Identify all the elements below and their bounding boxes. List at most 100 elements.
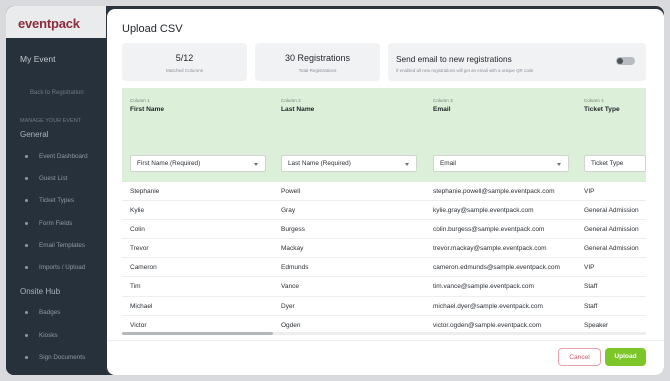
table-cell: Colin	[130, 226, 145, 234]
column-name: Last Name	[281, 106, 315, 113]
matched-columns-label: Matched Columns	[165, 68, 204, 73]
back-link[interactable]: Back to Registration	[6, 64, 106, 96]
table-cell: Vance	[281, 283, 299, 291]
table-row: Michael Dyer michael.dyer@sample.eventpack…	[122, 297, 646, 316]
column-number: Column 2	[281, 98, 301, 103]
table-cell: Mackay	[281, 245, 304, 253]
table-cell: Stephanie	[130, 188, 160, 195]
email-toggle-card: Send email to new registrations If enabl…	[388, 43, 646, 81]
table-cell: General Admission	[584, 207, 639, 215]
sidebar-nav-item[interactable]: Badges	[6, 302, 106, 324]
matched-columns-value: 5/12	[175, 53, 194, 63]
table-cell: VIP	[584, 188, 595, 195]
table-cell: Edmunds	[281, 264, 309, 272]
table-row: Trevor Mackay trevor.mackay@sample.eventpa…	[122, 239, 646, 259]
select-value: First Name (Required)	[137, 160, 201, 167]
column-mapping-select[interactable]: First Name (Required)	[130, 155, 266, 172]
toggle-knob	[617, 58, 623, 64]
sidebar-nav-label: Imports / Upload	[39, 264, 86, 272]
event-title: My Event	[20, 54, 56, 64]
total-registrations-card: 30 Registrations Total Registrations	[255, 43, 380, 81]
table-cell: Burgess	[281, 226, 305, 234]
column-mapping-select[interactable]: Last Name (Required)	[281, 155, 417, 172]
select-value: Email	[440, 160, 456, 167]
email-toggle-title: Send email to new registrations	[396, 54, 512, 64]
sidebar-nav-item[interactable]: Form Fields	[6, 212, 106, 234]
footer-divider	[107, 340, 664, 341]
manage-section-label: MANAGE YOUR EVENT	[20, 118, 82, 124]
sidebar-nav-item[interactable]: Event Dashboard	[6, 145, 106, 167]
sidebar-nav-item[interactable]: Guest List	[6, 167, 106, 189]
bullet-icon	[25, 356, 28, 360]
table-cell: Staff	[584, 302, 598, 310]
sidebar-nav-label: Ticket Types	[39, 197, 74, 205]
sidebar-nav-item[interactable]: Imports / Upload	[6, 256, 106, 278]
column-mapping-header: Column 1 First Name First Name (Required) C…	[122, 88, 646, 182]
bullet-icon	[25, 266, 28, 270]
bullet-icon	[25, 333, 28, 337]
table-cell: michael.dyer@sample.eventpack.com	[433, 302, 543, 310]
chevron-down-icon	[557, 163, 561, 166]
sidebar-nav-label: Form Fields	[39, 219, 73, 227]
table-cell: Michael	[130, 302, 153, 310]
scrollbar-thumb[interactable]	[122, 332, 273, 335]
column-name: Email	[433, 106, 451, 113]
bullet-icon	[25, 154, 28, 158]
table-cell: Speaker	[584, 321, 609, 329]
table-cell: Staff	[584, 283, 598, 291]
matched-columns-card: 5/12 Matched Columns	[122, 43, 247, 81]
general-nav: Event Dashboard Guest List Ticket Types For…	[6, 145, 106, 279]
table-cell: VIP	[584, 264, 595, 272]
send-email-toggle[interactable]	[616, 57, 635, 65]
bullet-icon	[25, 311, 28, 315]
select-value: Ticket Type	[591, 160, 624, 167]
table-cell: Ogden	[281, 321, 301, 329]
upload-csv-modal: Upload CSV 5/12 Matched Columns 30 Regis…	[107, 9, 664, 375]
table-cell: stephanie.powell@sample.eventpack.com	[433, 188, 555, 195]
table-cell: cameron.edmunds@sample.eventpack.com	[433, 264, 560, 272]
bullet-icon	[25, 199, 28, 203]
table-row: Kylie Gray kylie.gray@sample.eventpack.com…	[122, 201, 646, 221]
cancel-button[interactable]: Cancel	[558, 348, 601, 366]
table-row: Tim Vance tim.vance@sample.eventpack.com St…	[122, 277, 646, 297]
column-mapping-select[interactable]: Email	[433, 155, 569, 172]
table-cell: Trevor	[130, 245, 149, 253]
table-cell: colin.burgess@sample.eventpack.com	[433, 226, 545, 234]
column-number: Column 4	[584, 98, 604, 103]
total-registrations-value: 30 Registrations	[284, 53, 351, 63]
select-value: Last Name (Required)	[288, 160, 351, 167]
horizontal-scrollbar[interactable]	[122, 332, 646, 335]
table-row: Cameron Edmunds cameron.edmunds@sample.eve…	[122, 258, 646, 278]
table-cell: Cameron	[130, 264, 157, 272]
table-cell: Tim	[130, 283, 141, 291]
logo-bar: eventpack	[6, 6, 106, 38]
chevron-down-icon	[254, 163, 258, 166]
sidebar-nav-item[interactable]: Ticket Types	[6, 190, 106, 212]
onsite-section-label: Onsite Hub	[20, 286, 61, 296]
table-cell: victor.ogden@sample.eventpack.com	[433, 321, 542, 329]
general-section-label: General	[20, 130, 49, 139]
column-mapping-select[interactable]: Ticket Type	[584, 155, 646, 172]
table-cell: kylie.gray@sample.eventpack.com	[433, 207, 534, 215]
table-cell: Victor	[130, 321, 147, 329]
table-cell: Dyer	[281, 302, 295, 310]
table-cell: General Admission	[584, 226, 639, 234]
sidebar-nav-label: Kiosks	[39, 331, 58, 339]
sidebar-nav-item[interactable]: Kiosks	[6, 324, 106, 346]
upload-button[interactable]: Upload	[605, 348, 646, 366]
sidebar-nav-label: Badges	[39, 309, 61, 317]
sidebar-nav-item[interactable]: Sign Documents	[6, 346, 106, 368]
column-number: Column 1	[130, 98, 150, 103]
column-number: Column 3	[433, 98, 453, 103]
total-registrations-label: Total Registrations	[298, 68, 337, 73]
sidebar-nav-label: Sign Documents	[39, 354, 86, 362]
sidebar-nav-label: Email Templates	[39, 241, 86, 249]
table-cell: tim.vance@sample.eventpack.com	[433, 283, 534, 291]
column-name: First Name	[130, 106, 165, 113]
modal-title: Upload CSV	[122, 23, 183, 35]
table-body: Stephanie Powell stephanie.powell@sample.e…	[122, 182, 646, 335]
table-cell: Gray	[281, 207, 296, 215]
table-cell: trevor.mackay@sample.eventpack.com	[433, 245, 547, 253]
table-row: Stephanie Powell stephanie.powell@sample.e…	[122, 182, 646, 202]
sidebar-nav-item[interactable]: Email Templates	[6, 234, 106, 256]
